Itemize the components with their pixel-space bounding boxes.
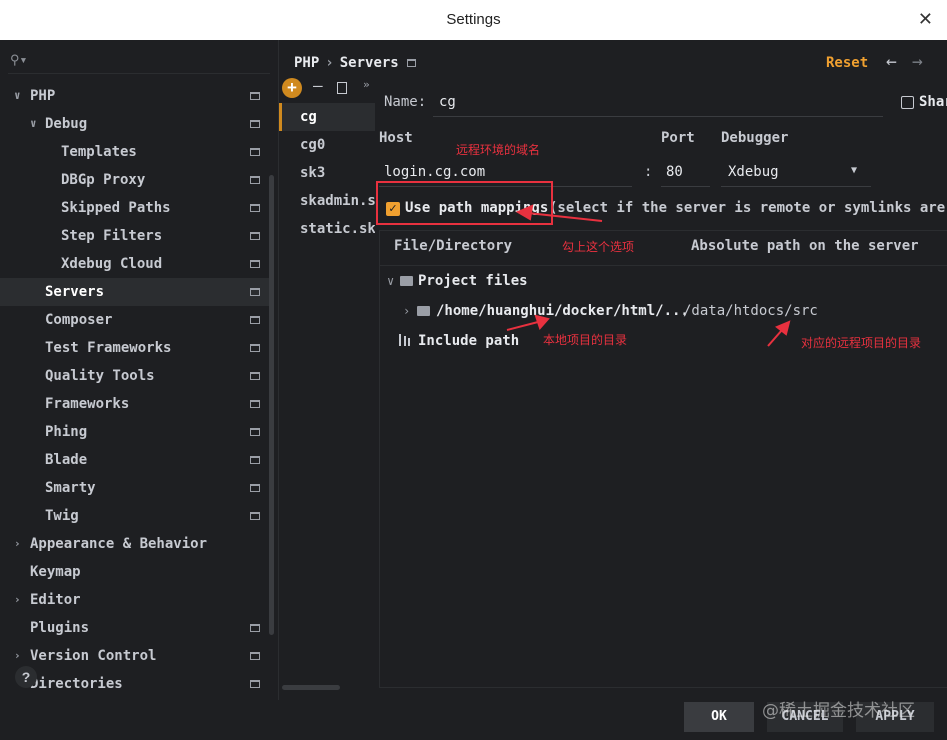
annotation-arrowhead-local — [534, 314, 550, 330]
annotation-arrow-remote — [767, 329, 783, 347]
annotation-arrowhead-check — [515, 204, 534, 221]
annotation-arrow-check — [527, 212, 603, 222]
watermark: @稀土掘金技术社区 — [762, 701, 915, 721]
ok-button[interactable]: OK — [684, 702, 754, 732]
annotation-arrow-local — [506, 321, 539, 331]
annotation-arrows — [506, 204, 791, 347]
